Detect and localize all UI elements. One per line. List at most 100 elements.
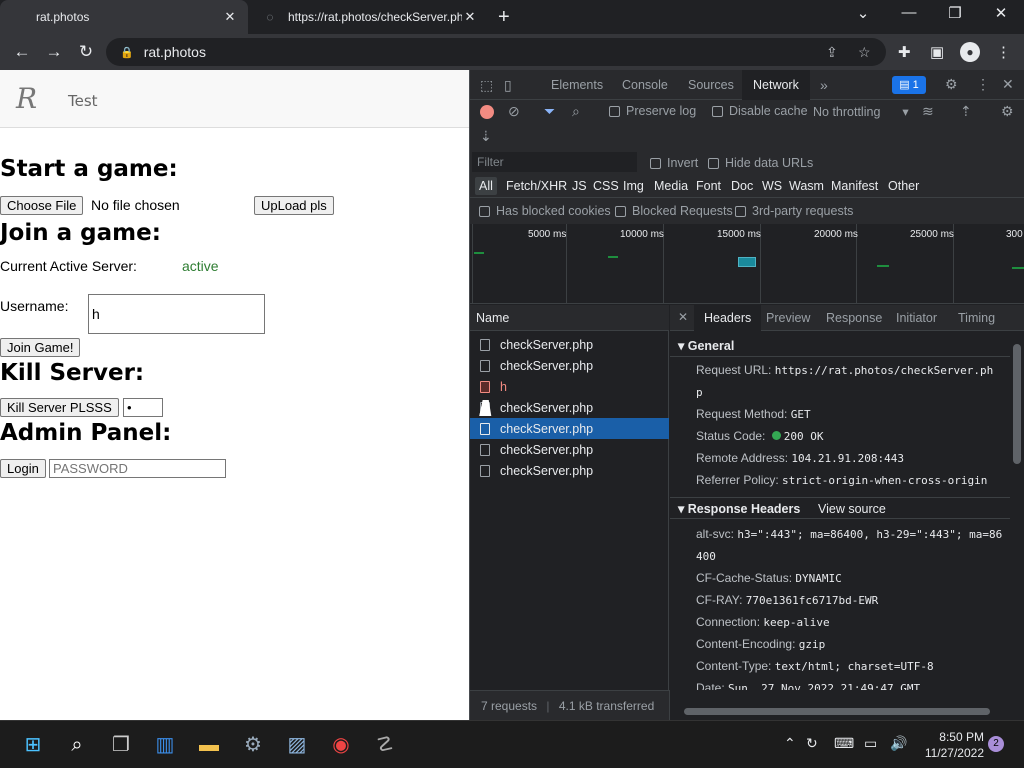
settings-gear-icon[interactable]: ⚙ [945,76,958,93]
upload-button[interactable]: UpLoad pls [254,196,334,215]
request-row[interactable]: h [470,376,669,397]
notification-badge[interactable]: 2 [988,736,1004,752]
site-logo[interactable]: R [16,82,37,115]
third-party-checkbox[interactable]: 3rd-party requests [735,204,853,218]
blocked-requests-checkbox[interactable]: Blocked Requests [615,204,733,218]
request-row[interactable]: checkServer.php [470,460,669,481]
throttling-select[interactable]: No throttling ▾ [813,104,909,120]
keyboard-icon[interactable]: ⌨ [834,735,854,752]
back-icon[interactable]: ← [10,40,34,64]
record-icon[interactable] [480,105,494,119]
scroll-thumb[interactable] [1013,344,1021,464]
new-tab-icon[interactable]: + [498,6,510,29]
admin-password-input[interactable]: PASSWORD [49,459,226,478]
join-game-button[interactable]: Join Game! [0,338,81,357]
settings-icon[interactable]: ⚙ [240,733,266,757]
nav-test-link[interactable]: Test [68,92,98,110]
has-blocked-cookies-checkbox[interactable]: Has blocked cookies [479,204,611,218]
chrome-icon[interactable]: ◉ [328,733,354,757]
export-har-icon[interactable]: ⇣ [480,128,492,145]
type-wasm[interactable]: Wasm [785,177,828,195]
device-toolbar-icon[interactable]: ▯ [504,77,512,94]
type-all[interactable]: All [475,177,497,195]
type-manifest[interactable]: Manifest [827,177,882,195]
view-source-link[interactable]: View source [818,498,886,520]
extensions-icon[interactable]: ✚ [898,43,911,61]
tab-elements[interactable]: Elements [551,70,603,100]
minimize-icon[interactable]: — [894,4,924,21]
general-section-header[interactable]: ▾ General [670,335,1010,357]
close-window-icon[interactable]: ✕ [986,4,1016,22]
type-ws[interactable]: WS [758,177,786,195]
username-input[interactable]: h [88,294,265,334]
invert-checkbox[interactable]: Invert [650,156,698,170]
task-view-icon[interactable]: ❐ [108,733,134,757]
tab-initiator[interactable]: Initiator [896,305,937,331]
share-icon[interactable]: ⇪ [826,44,838,61]
network-conditions-icon[interactable]: ≋ [922,103,934,120]
request-row[interactable]: checkServer.php [470,418,669,439]
name-column-header[interactable]: Name [470,305,669,331]
close-details-icon[interactable]: ✕ [678,310,688,324]
bookmark-star-icon[interactable]: ☆ [858,44,871,61]
close-devtools-icon[interactable]: ✕ [1002,76,1014,93]
restore-icon[interactable]: ❐ [940,4,970,22]
hide-data-urls-checkbox[interactable]: Hide data URLs [708,156,813,170]
type-img[interactable]: Img [619,177,648,195]
login-button[interactable]: Login [0,459,46,478]
sync-icon[interactable]: ↻ [806,735,818,752]
import-har-icon[interactable]: ⇡ [960,103,972,120]
system-clock[interactable]: 8:50 PM 11/27/2022 [918,729,984,761]
address-bar[interactable]: 🔒 rat.photos ⇪ ☆ [106,38,886,66]
details-vertical-scrollbar[interactable] [1010,332,1024,688]
request-row[interactable]: checkServer.php [470,355,669,376]
tab-preview[interactable]: Preview [766,305,810,331]
tab-rat-photos[interactable]: rat.photos ✕ [0,0,248,34]
volume-icon[interactable]: 🔊 [890,735,907,752]
issues-badge[interactable]: ▤ 1 [892,76,926,94]
tab-timing[interactable]: Timing [958,305,995,331]
type-js[interactable]: JS [568,177,591,195]
kill-server-button[interactable]: Kill Server PLSSS [0,398,119,417]
type-fetch-xhr[interactable]: Fetch/XHR [502,177,571,195]
type-font[interactable]: Font [692,177,725,195]
scroll-thumb[interactable] [684,708,990,715]
tray-chevron-up-icon[interactable]: ⌃ [784,735,796,752]
forward-icon[interactable]: → [42,40,66,64]
tab-network[interactable]: Network [742,70,810,100]
tab-checkserver[interactable]: ◌ https://rat.photos/checkServer.ph ✕ [252,0,488,34]
tab-response[interactable]: Response [826,305,882,331]
type-css[interactable]: CSS [589,177,623,195]
rat-app-icon[interactable]: ☡ [372,733,398,757]
network-icon[interactable]: ▭ [864,735,877,752]
tab-sources[interactable]: Sources [688,70,734,100]
search-icon[interactable]: ⌕ [572,103,580,120]
clear-icon[interactable]: ⊘ [508,103,520,120]
filter-input[interactable]: Filter [472,152,637,172]
disable-cache-checkbox[interactable]: Disable cache [712,104,808,118]
tab-search-icon[interactable]: ⌄ [848,4,878,22]
more-tabs-icon[interactable]: » [820,77,828,93]
request-row[interactable]: checkServer.php [470,397,669,418]
preserve-log-checkbox[interactable]: Preserve log [609,104,696,118]
type-other[interactable]: Other [884,177,923,195]
devtools-menu-icon[interactable]: ⋮ [976,76,990,93]
search-icon[interactable]: ⌕ [64,733,90,757]
start-windows-icon[interactable]: ⊞ [20,733,46,757]
kill-password-input[interactable]: • [123,398,163,417]
reload-icon[interactable]: ↻ [74,40,98,64]
close-tab-icon[interactable]: ✕ [222,9,238,25]
close-tab-icon[interactable]: ✕ [462,9,478,25]
filter-icon[interactable]: ⏷ [544,103,555,120]
widgets-icon[interactable]: ▥ [152,733,178,757]
photos-icon[interactable]: ▨ [284,733,310,757]
inspect-element-icon[interactable]: ⬚ [480,77,493,94]
file-explorer-icon[interactable]: ▬ [196,733,222,757]
details-horizontal-scrollbar[interactable] [670,704,1010,718]
type-doc[interactable]: Doc [727,177,757,195]
choose-file-button[interactable]: Choose File [0,196,84,215]
network-overview-timeline[interactable]: 5000 ms 10000 ms 15000 ms 20000 ms 25000… [470,224,1024,304]
request-row[interactable]: checkServer.php [470,334,669,355]
tab-console[interactable]: Console [622,70,668,100]
tab-headers[interactable]: Headers [694,305,762,331]
